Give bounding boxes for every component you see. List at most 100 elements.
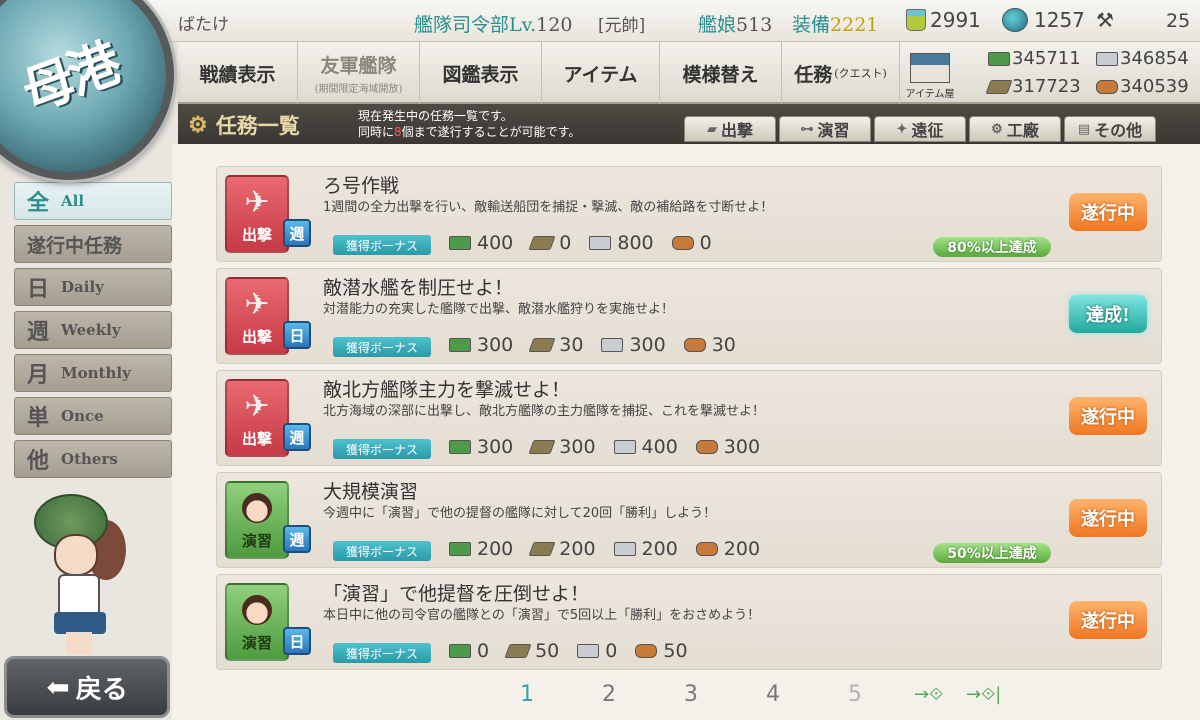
plane-icon: ✈: [244, 185, 270, 220]
last-page-arrow-icon[interactable]: →⟐|: [966, 684, 1001, 705]
quest-type-label: 演習: [241, 532, 272, 550]
quest-card[interactable]: ✈ 出撃 週 敵北方艦隊主力を撃滅せよ！ 北方海域の深部に出撃し、敵北方艦隊の主力…: [216, 370, 1162, 466]
desc-line2-a: 同時に: [358, 125, 395, 139]
quest-rewards: 400 0 800 0: [449, 232, 712, 254]
tab-arsenal[interactable]: ⚙ 工廠: [969, 116, 1061, 142]
quest-period-badge: 日: [283, 627, 311, 655]
filter-weekly[interactable]: 週 Weekly: [14, 311, 172, 349]
filter-kanji: 他: [27, 448, 50, 474]
back-button-label: 戻る: [75, 674, 128, 705]
fuel-icon: [988, 51, 1010, 66]
reward-ammo: 0: [528, 232, 572, 254]
reward-ammo-value: 0: [559, 232, 572, 254]
tab-expedition[interactable]: ✦ 遠征: [874, 116, 966, 142]
ammo-icon: [528, 338, 556, 352]
page-1[interactable]: 1: [520, 682, 602, 707]
reward-ammo-value: 200: [559, 538, 596, 560]
filter-daily[interactable]: 日 Daily: [14, 268, 172, 306]
reward-bauxite: 200: [695, 538, 760, 560]
quest-period-badge: 週: [283, 219, 311, 247]
ammo-icon: [528, 440, 556, 454]
steel-icon: [613, 440, 636, 454]
harbor-emblem-button[interactable]: 母港: [0, 0, 174, 180]
nav-furniture[interactable]: 模様替え: [660, 42, 782, 104]
harbor-emblem-text: 母港: [14, 33, 126, 124]
tab-sortie-label: 出撃: [720, 121, 753, 140]
item-shop-icon: [910, 53, 950, 83]
quest-type-icon: ✈ 出撃: [225, 175, 289, 253]
page-2[interactable]: 2: [602, 682, 684, 707]
nav-friend-fleet-sub: (期間限定海域開放): [314, 84, 403, 95]
quest-state-button[interactable]: 遂行中: [1069, 193, 1147, 231]
quest-state-button[interactable]: 達成!: [1069, 295, 1147, 333]
nav-quest-sub: (クエスト): [834, 67, 887, 80]
quest-state-button[interactable]: 遂行中: [1069, 601, 1147, 639]
main-navigation: 戦績表示 友軍艦隊 (期間限定海域開放) 図鑑表示 アイテム 模様替え 任務 (クエ…: [178, 42, 1200, 104]
tab-arsenal-label: 工廠: [1006, 121, 1039, 140]
ammo-icon: [528, 236, 556, 250]
quest-state-button[interactable]: 遂行中: [1069, 397, 1147, 435]
ship-count-value: 513: [736, 14, 773, 36]
reward-ammo: 200: [528, 538, 596, 560]
quest-rewards: 300 300 400 300: [449, 436, 760, 458]
reward-ammo-value: 50: [535, 640, 560, 662]
quest-name: 敵北方艦隊主力を撃滅せよ！: [323, 379, 571, 401]
tab-exercise[interactable]: ⊶ 演習: [779, 116, 871, 142]
page-title-text: 任務一覧: [215, 113, 300, 138]
fuel-icon: [449, 644, 471, 658]
filter-once[interactable]: 単 Once: [14, 397, 172, 435]
quest-card[interactable]: 演習 日 「演習」で他提督を圧倒せよ！ 本日中に他の司令官の艦隊との「演習」で5…: [216, 574, 1162, 670]
page-3[interactable]: 3: [684, 682, 766, 707]
tab-sortie[interactable]: ▰ 出撃: [684, 116, 776, 142]
fuel-value: 345711: [1012, 48, 1081, 69]
quest-detail: 本日中に他の司令官の艦隊との「演習」で5回以上「勝利」をおさめよう！: [323, 608, 761, 623]
nav-furniture-label: 模様替え: [682, 63, 759, 86]
nav-album[interactable]: 図鑑表示: [420, 42, 542, 104]
exercise-icon: ⊶: [800, 121, 814, 137]
back-button[interactable]: ⬅ 戻る: [4, 656, 170, 718]
tab-other[interactable]: ▤ その他: [1064, 116, 1156, 142]
reward-steel-value: 800: [617, 232, 654, 254]
bauxite-icon: [1096, 79, 1118, 94]
filter-in-progress[interactable]: 遂行中任務: [14, 225, 172, 263]
ammo-counter: 317723: [985, 76, 1081, 97]
filter-others[interactable]: 他 Others: [14, 440, 172, 478]
nav-items-label: アイテム: [563, 63, 638, 86]
page-4[interactable]: 4: [766, 682, 848, 707]
secretary-ship-character[interactable]: [24, 486, 134, 656]
filter-kanji: 週: [27, 319, 50, 345]
nav-record-label: 戦績表示: [199, 63, 276, 86]
reward-bauxite-value: 50: [663, 640, 688, 662]
quest-detail: 今週中に「演習」で他の提督の艦隊に対して20回「勝利」しよう！: [323, 506, 717, 521]
quest-period-badge: 週: [283, 423, 311, 451]
quest-rewards: 200 200 200 200: [449, 538, 760, 560]
bucket-icon: [906, 9, 926, 31]
filter-en: Others: [61, 450, 118, 468]
tab-expedition-label: 遠征: [911, 121, 944, 140]
nav-quest[interactable]: 任務 (クエスト): [782, 42, 900, 104]
item-shop-button[interactable]: アイテム屋: [898, 46, 962, 100]
max-concurrent-count: 8: [394, 125, 402, 139]
hq-level: 艦隊司令部Lv.120: [414, 10, 572, 37]
reward-steel-value: 200: [641, 538, 678, 560]
reward-bauxite: 50: [635, 640, 688, 662]
nav-record[interactable]: 戦績表示: [178, 42, 298, 104]
filter-monthly[interactable]: 月 Monthly: [14, 354, 172, 392]
reward-fuel: 400: [449, 232, 513, 254]
filter-all[interactable]: 全 All: [14, 182, 172, 220]
bonus-badge: 獲得ボーナス: [333, 337, 431, 357]
quest-state-button[interactable]: 遂行中: [1069, 499, 1147, 537]
compass-icon: ✦: [896, 121, 908, 137]
quest-type-label: 出撃: [241, 226, 272, 244]
equip-count-label: 装備: [792, 14, 831, 36]
nav-friend-fleet[interactable]: 友軍艦隊 (期間限定海域開放): [298, 42, 420, 104]
reward-fuel: 0: [449, 640, 489, 662]
quest-card[interactable]: ✈ 出撃 日 敵潜水艦を制圧せよ！ 対潜能力の充実した艦隊で出撃、敵潜水艦狩りを実…: [216, 268, 1162, 364]
quest-card[interactable]: 演習 週 大規模演習 今週中に「演習」で他の提督の艦隊に対して20回「勝利」しよ…: [216, 472, 1162, 568]
nav-items[interactable]: アイテム: [542, 42, 660, 104]
bauxite-icon: [635, 644, 658, 658]
reward-ammo: 300: [528, 436, 596, 458]
quest-name: 敵潜水艦を制圧せよ！: [323, 277, 514, 299]
next-page-arrow-icon[interactable]: →⟐: [914, 684, 943, 705]
quest-card[interactable]: ✈ 出撃 週 ろ号作戦 1週間の全力出撃を行い、敵輸送船団を捕捉・撃滅、敵の補給路…: [216, 166, 1162, 262]
